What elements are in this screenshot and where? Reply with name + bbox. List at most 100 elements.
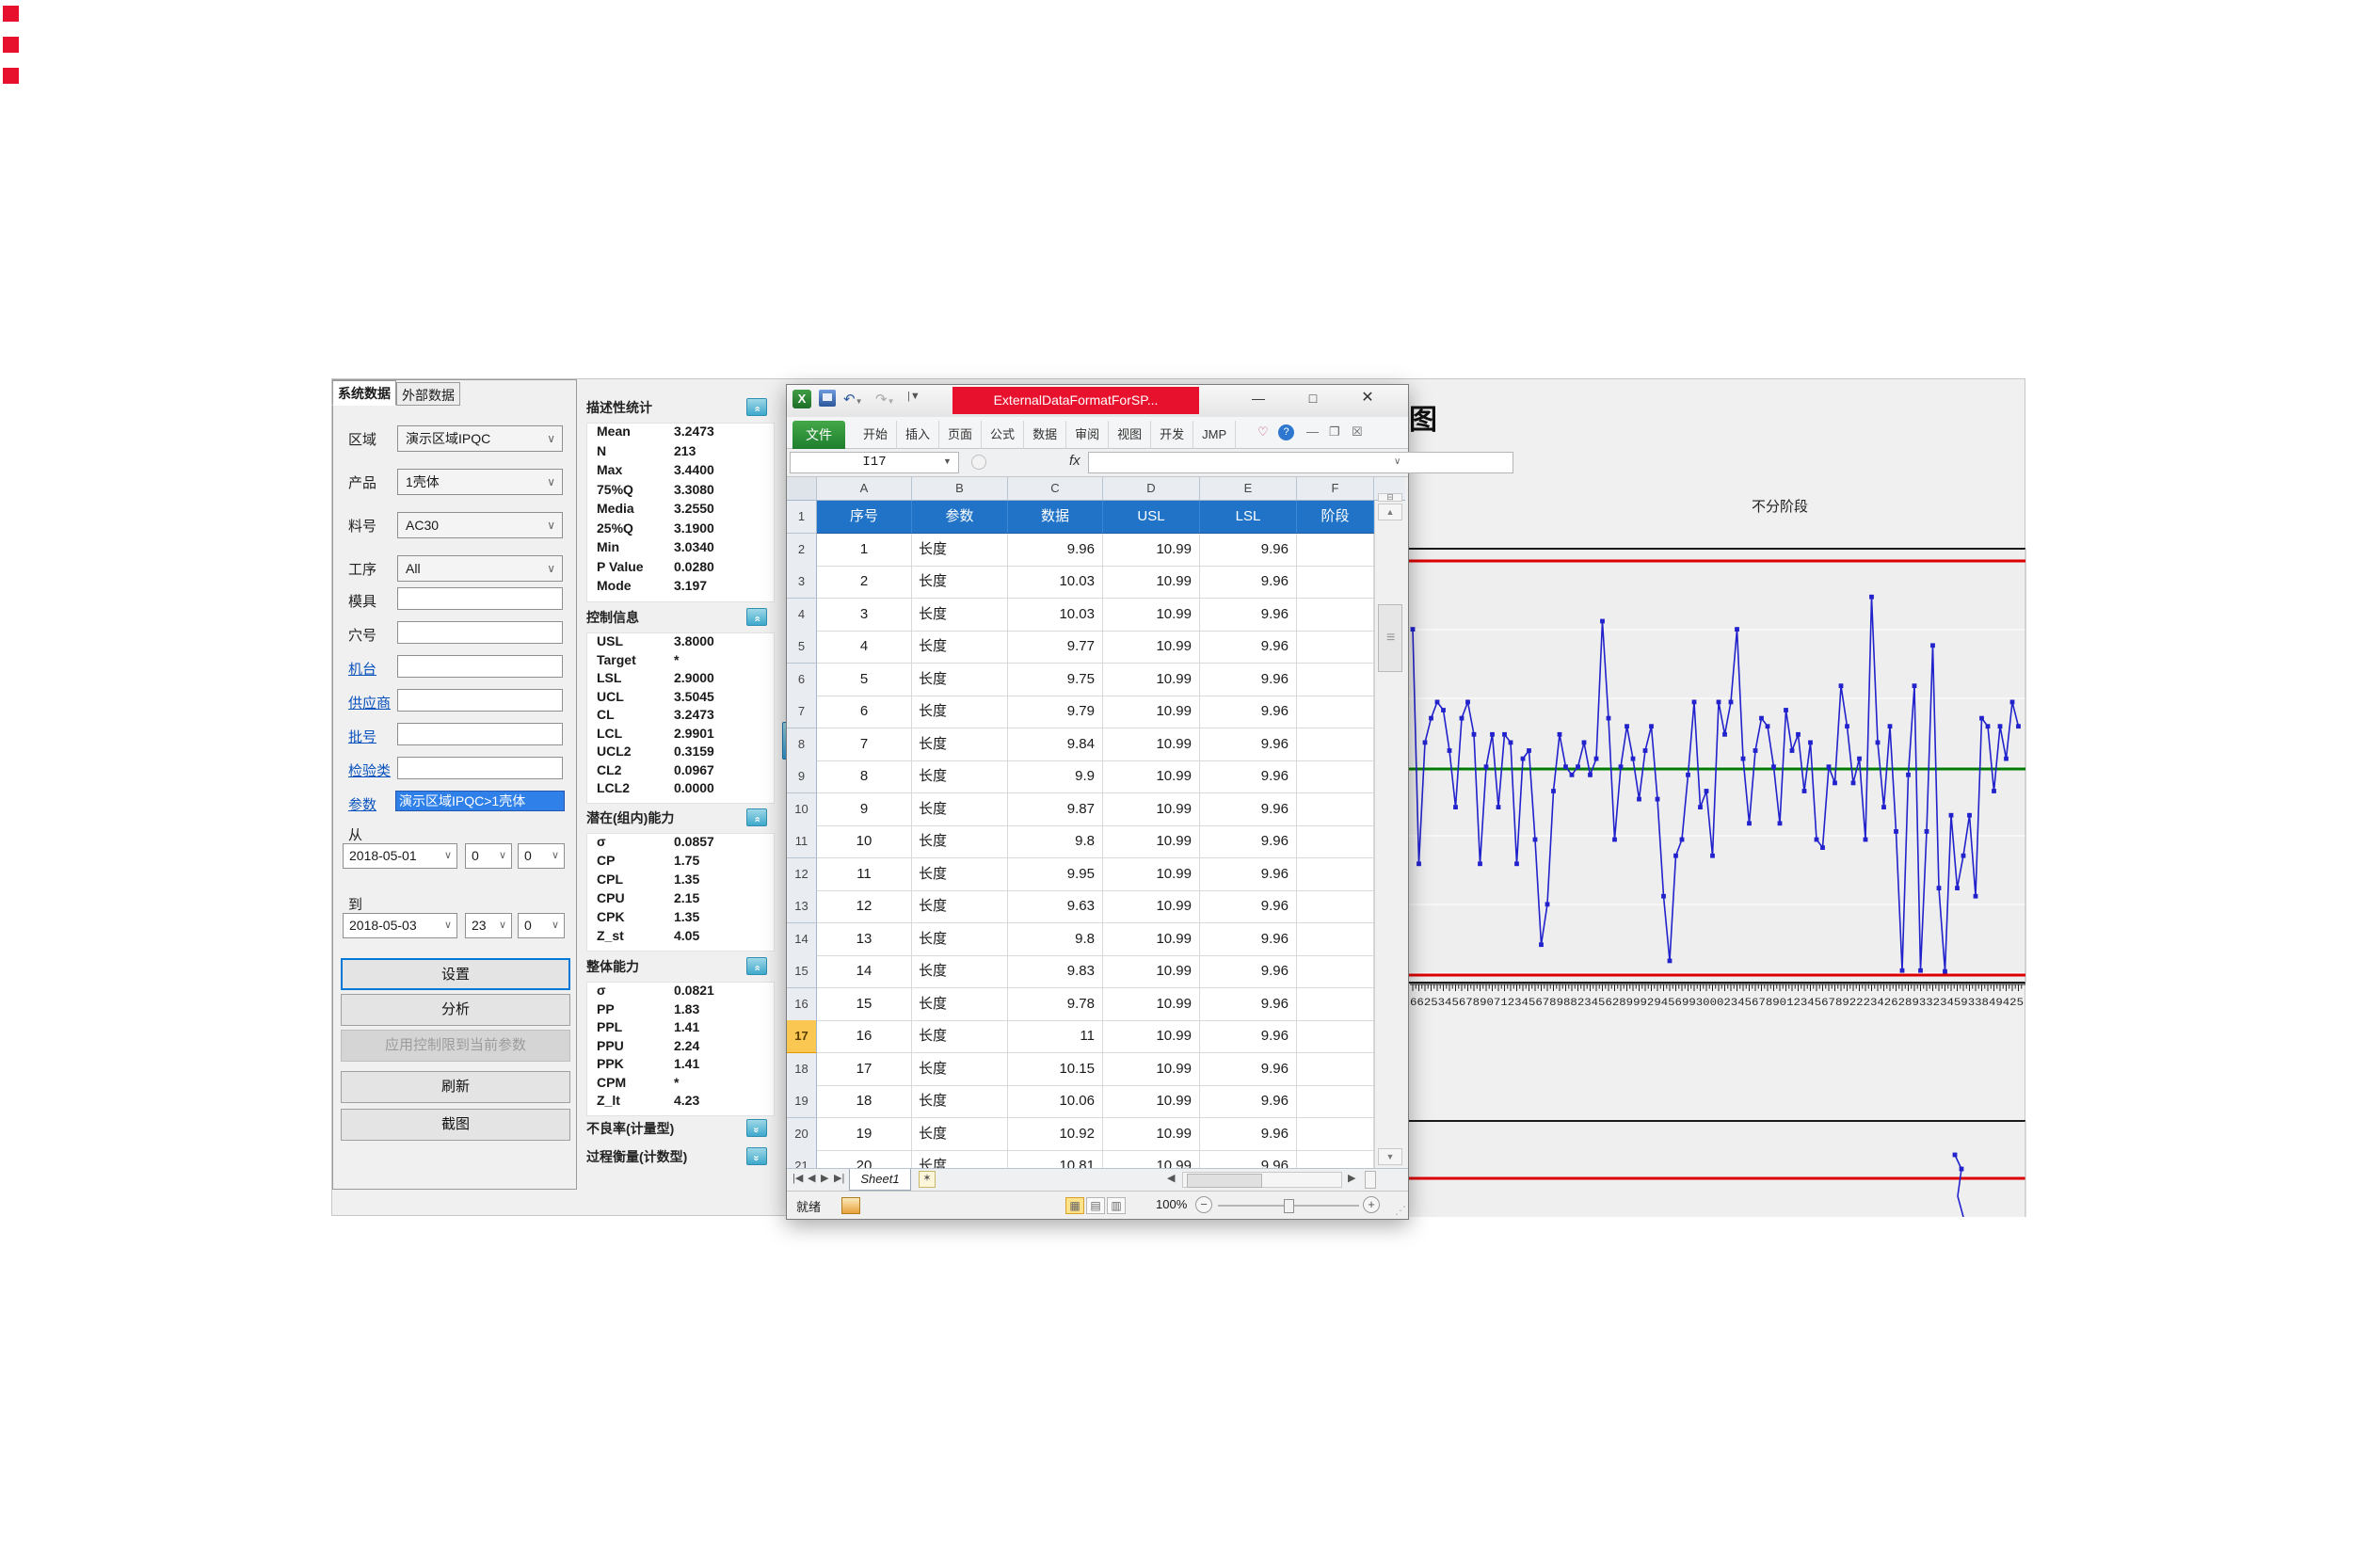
row-header-6[interactable]: 6 (787, 663, 817, 696)
cell[interactable]: 7 (817, 728, 912, 761)
cell[interactable]: 长度 (912, 1020, 1008, 1053)
cell[interactable]: 8 (817, 760, 912, 793)
zoom-in-icon[interactable]: + (1363, 1196, 1380, 1213)
field-select-0[interactable]: 演示区域IPQC ∨ (397, 425, 563, 452)
cell[interactable]: 长度 (912, 566, 1008, 599)
cell[interactable]: 10.99 (1103, 1150, 1200, 1168)
cell[interactable]: 10.99 (1103, 696, 1200, 728)
ribbon-tab-6[interactable]: 视图 (1109, 421, 1152, 449)
row-header-8[interactable]: 8 (787, 728, 817, 761)
cell[interactable]: 10.99 (1103, 890, 1200, 923)
vertical-scrollbar[interactable]: ⊟ ▲ ▼ (1374, 493, 1405, 1168)
cell[interactable]: 9.96 (1008, 533, 1103, 567)
cell[interactable]: 12 (817, 890, 912, 923)
hscroll-left-icon[interactable]: ◀ (1167, 1172, 1175, 1184)
heart-icon[interactable]: ♡ (1257, 424, 1269, 440)
zoom-out-icon[interactable]: − (1195, 1196, 1212, 1213)
cell[interactable]: 9.96 (1200, 857, 1297, 891)
maximize-button[interactable]: □ (1295, 387, 1331, 411)
cell[interactable]: 长度 (912, 631, 1008, 664)
parameter-selected-value[interactable]: 演示区域IPQC>1壳体 (395, 791, 565, 811)
cell[interactable]: 10.15 (1008, 1052, 1103, 1086)
cell[interactable]: 9.8 (1008, 922, 1103, 956)
row-header-17[interactable]: 17 (787, 1020, 817, 1053)
field-select-1[interactable]: 1壳体 ∨ (397, 469, 563, 495)
cell[interactable]: 长度 (912, 987, 1008, 1021)
cell[interactable]: USL (1103, 501, 1200, 534)
tab-external-data[interactable]: 外部数据 (396, 382, 460, 406)
excel-app-icon[interactable]: X (792, 390, 811, 408)
cell[interactable] (1297, 663, 1374, 696)
name-box-dropdown-icon[interactable]: ▼ (943, 456, 952, 466)
macro-record-icon[interactable] (841, 1197, 860, 1214)
button-1[interactable]: 分析 (341, 994, 570, 1026)
row-header-5[interactable]: 5 (787, 631, 817, 664)
cell[interactable]: 9.84 (1008, 728, 1103, 761)
cell[interactable]: 9.63 (1008, 890, 1103, 923)
collapse-section-icon[interactable]: « (746, 608, 767, 626)
cell[interactable]: 1 (817, 533, 912, 567)
cell[interactable]: 16 (817, 1020, 912, 1053)
cell[interactable]: 9.96 (1200, 825, 1297, 858)
ribbon-tab-8[interactable]: JMP (1193, 421, 1237, 449)
cell[interactable]: 9.96 (1200, 1117, 1297, 1151)
cell[interactable] (1297, 857, 1374, 891)
from-datetime-part-1[interactable]: 0 ∨ (465, 843, 512, 869)
cell[interactable]: 9.96 (1200, 1052, 1297, 1086)
cell[interactable] (1297, 1117, 1374, 1151)
cell[interactable]: 长度 (912, 1117, 1008, 1151)
next-sheet-icon[interactable]: ▶ (821, 1172, 828, 1184)
row-header-7[interactable]: 7 (787, 696, 817, 728)
cell[interactable]: 5 (817, 663, 912, 696)
row-header-2[interactable]: 2 (787, 533, 817, 567)
field-label-7[interactable]: 供应商 (348, 693, 391, 712)
cell[interactable]: 9.96 (1200, 760, 1297, 793)
last-sheet-icon[interactable]: ▶| (834, 1172, 844, 1184)
cell[interactable]: 9.96 (1200, 792, 1297, 826)
sheet-tab[interactable]: Sheet1 (849, 1169, 911, 1191)
cell[interactable]: 10.92 (1008, 1117, 1103, 1151)
cell[interactable]: 9.96 (1200, 955, 1297, 988)
cell[interactable]: 长度 (912, 533, 1008, 567)
ribbon-tab-3[interactable]: 公式 (982, 421, 1025, 449)
row-header-16[interactable]: 16 (787, 987, 817, 1021)
field-input-5[interactable] (397, 621, 563, 644)
cell[interactable]: 9.95 (1008, 857, 1103, 891)
cell[interactable]: 10 (817, 825, 912, 858)
cell[interactable] (1297, 631, 1374, 664)
cell[interactable] (1297, 566, 1374, 599)
qat-customize-icon[interactable]: |▼ (907, 391, 920, 402)
row-header-11[interactable]: 11 (787, 825, 817, 858)
row-header-13[interactable]: 13 (787, 890, 817, 923)
horizontal-scrollbar[interactable] (1182, 1172, 1342, 1188)
cell[interactable] (1297, 825, 1374, 858)
cell[interactable]: 10.03 (1008, 566, 1103, 599)
resize-grip[interactable]: ⋰ (1395, 1204, 1406, 1217)
cell[interactable]: 9.87 (1008, 792, 1103, 826)
cell[interactable]: 11 (817, 857, 912, 891)
cell[interactable] (1297, 1085, 1374, 1118)
first-sheet-icon[interactable]: |◀ (792, 1172, 803, 1184)
cell[interactable]: 序号 (817, 501, 912, 534)
cell[interactable]: 9.96 (1200, 987, 1297, 1021)
cell[interactable]: 长度 (912, 1085, 1008, 1118)
ribbon-restore-icon[interactable]: ❐ (1329, 424, 1340, 440)
cell[interactable] (1297, 1052, 1374, 1086)
cell[interactable]: 10.99 (1103, 857, 1200, 891)
cell[interactable]: 长度 (912, 1150, 1008, 1168)
row-header-14[interactable]: 14 (787, 922, 817, 956)
cell[interactable]: 9.96 (1200, 1150, 1297, 1168)
cell[interactable]: 10.99 (1103, 760, 1200, 793)
cell[interactable]: LSL (1200, 501, 1297, 534)
name-box[interactable]: I17 (790, 452, 959, 473)
cell[interactable] (1297, 987, 1374, 1021)
cell[interactable]: 3 (817, 598, 912, 632)
cell[interactable]: 9.96 (1200, 631, 1297, 664)
row-header-3[interactable]: 3 (787, 566, 817, 599)
ribbon-tab-7[interactable]: 开发 (1151, 421, 1194, 449)
cell[interactable]: 10.99 (1103, 631, 1200, 664)
field-input-4[interactable] (397, 587, 563, 610)
save-icon[interactable] (819, 390, 836, 407)
field-input-8[interactable] (397, 723, 563, 745)
cell[interactable]: 9.75 (1008, 663, 1103, 696)
